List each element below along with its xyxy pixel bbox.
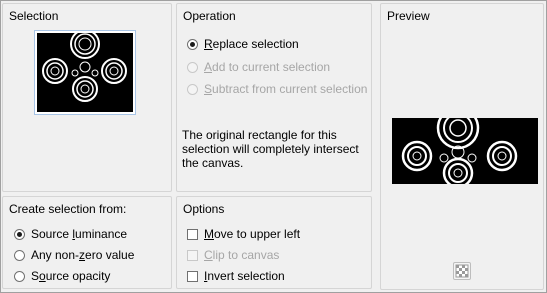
selection-thumbnail-image bbox=[37, 29, 133, 112]
selection-panel-title: Selection bbox=[9, 9, 59, 23]
radio-label: Source luminance bbox=[31, 227, 128, 241]
options-panel-title: Options bbox=[183, 202, 225, 216]
selection-thumbnail[interactable] bbox=[34, 29, 136, 115]
checkbox-move-to-upper-left[interactable]: Move to upper left bbox=[187, 227, 300, 241]
radio-button[interactable] bbox=[14, 249, 25, 261]
radio-button[interactable] bbox=[14, 228, 25, 240]
radio-any-non-zero-value[interactable]: Any non-zero value bbox=[14, 248, 134, 262]
radio-button[interactable] bbox=[187, 83, 198, 95]
checkerboard-icon bbox=[455, 264, 469, 278]
radio-source-luminance[interactable]: Source luminance bbox=[14, 227, 127, 241]
radio-subtract-from-current-selection[interactable]: Subtract from current selection bbox=[187, 82, 367, 96]
checkbox-invert-selection[interactable]: Invert selection bbox=[187, 269, 285, 283]
checkbox[interactable] bbox=[187, 228, 198, 240]
radio-add-to-current-selection[interactable]: Add to current selection bbox=[187, 60, 330, 74]
transparency-checker-icon[interactable] bbox=[453, 262, 471, 280]
checkbox-clip-to-canvas[interactable]: Clip to canvas bbox=[187, 248, 279, 262]
radio-source-opacity[interactable]: Source opacity bbox=[14, 269, 110, 283]
radio-label: Source opacity bbox=[31, 269, 111, 283]
checkbox-label: Clip to canvas bbox=[204, 248, 280, 262]
checkbox[interactable] bbox=[187, 249, 198, 261]
checkbox[interactable] bbox=[187, 270, 198, 282]
radio-replace-selection[interactable]: Replace selection bbox=[187, 37, 299, 51]
radio-button[interactable] bbox=[14, 270, 25, 282]
radio-label: Any non-zero value bbox=[31, 248, 135, 262]
radio-button[interactable] bbox=[187, 38, 198, 50]
checkbox-label: Invert selection bbox=[204, 269, 285, 283]
preview-panel-title: Preview bbox=[387, 9, 430, 23]
preview-image bbox=[392, 118, 538, 184]
radio-button[interactable] bbox=[187, 61, 198, 73]
create-selection-panel-title: Create selection from: bbox=[9, 202, 127, 216]
checkbox-label: Move to upper left bbox=[204, 227, 301, 241]
radio-label: Add to current selection bbox=[204, 60, 331, 74]
operation-panel-title: Operation bbox=[183, 9, 236, 23]
radio-label: Subtract from current selection bbox=[204, 82, 368, 96]
radio-label: Replace selection bbox=[204, 37, 299, 51]
operation-description: The original rectangle for this selectio… bbox=[182, 128, 359, 170]
